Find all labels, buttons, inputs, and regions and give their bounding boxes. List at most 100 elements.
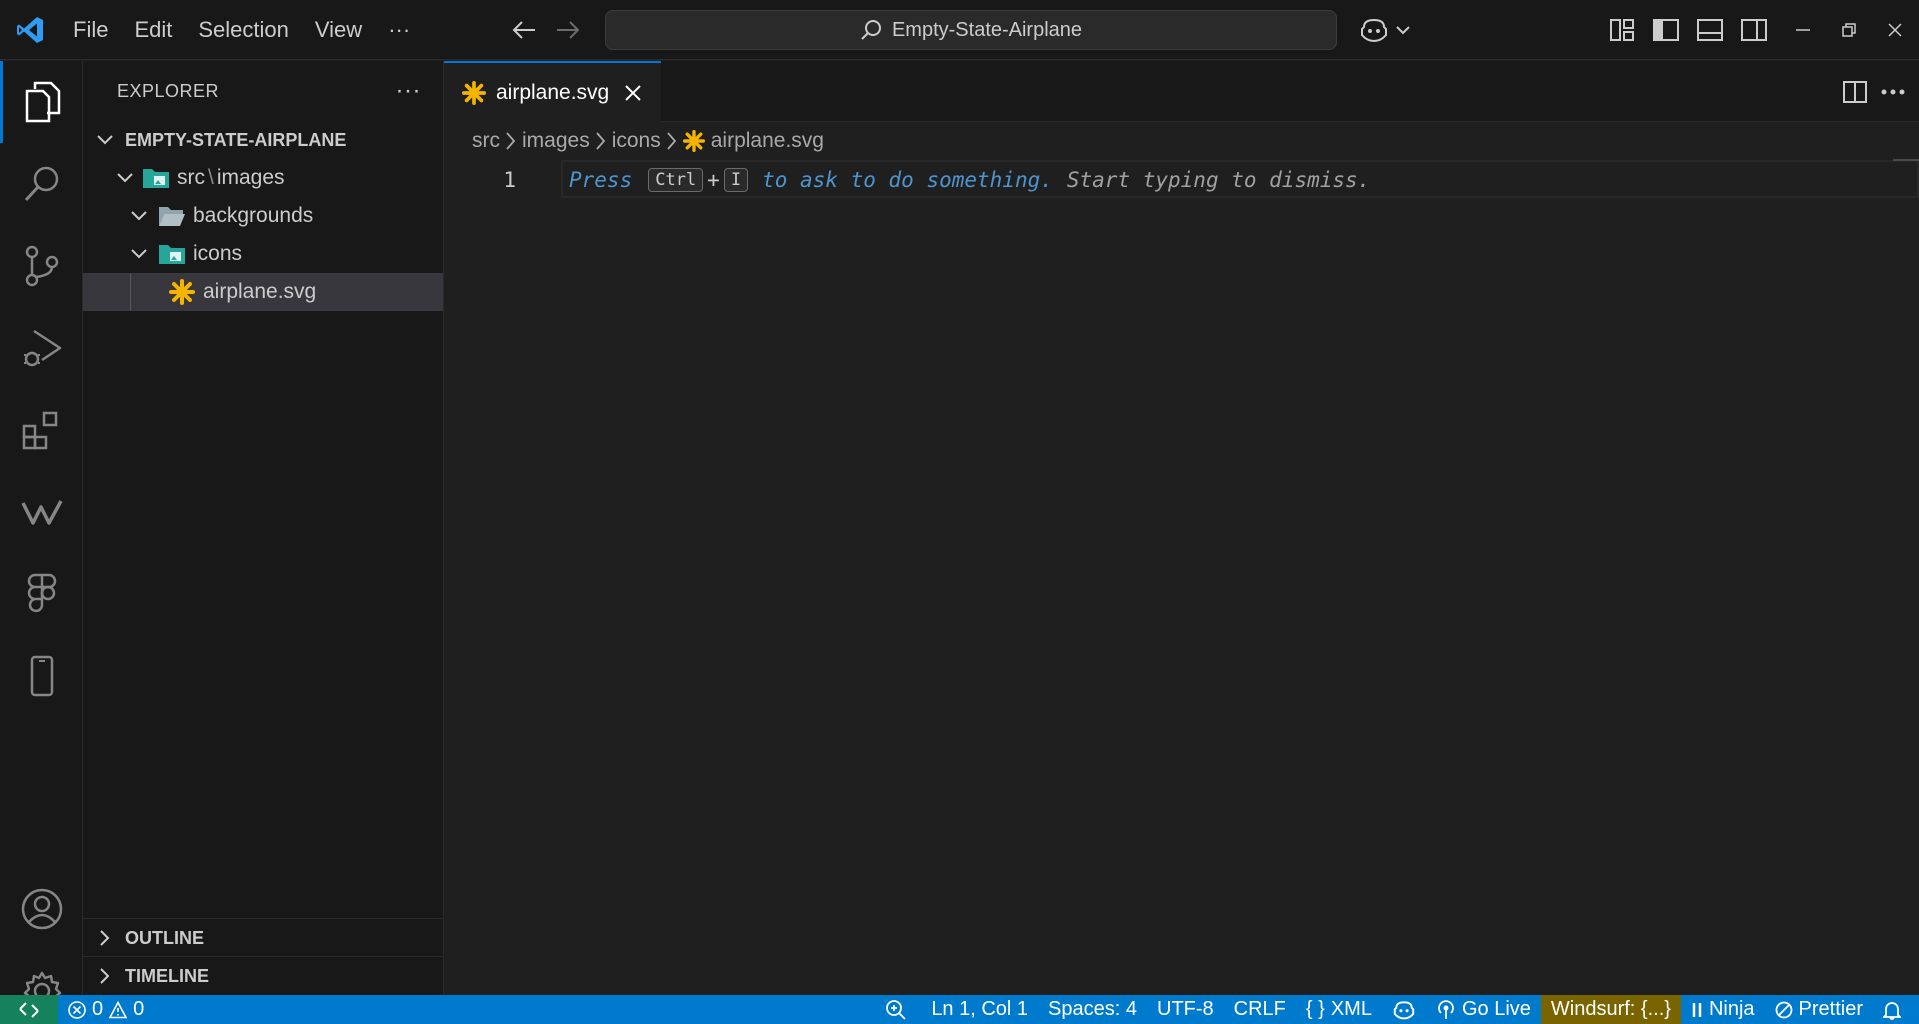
error-icon [68,1000,86,1019]
tree-item-airplane-svg[interactable]: airplane.svg [83,273,443,311]
code-area[interactable]: 1 Press Ctrl + I to ask to do something.… [444,160,1919,200]
tree-item-backgrounds[interactable]: backgrounds [83,197,443,235]
chevron-right-icon [93,926,117,950]
outline-section-header[interactable]: OUTLINE [83,919,443,957]
customize-layout-icon[interactable] [1600,0,1644,60]
zoom-icon[interactable] [871,995,921,1024]
menu-view[interactable]: View [302,0,375,60]
chevron-down-icon [127,242,151,266]
tab-label: airplane.svg [496,80,610,104]
chevron-down-icon [127,204,151,228]
indentation[interactable]: Spaces: 4 [1038,995,1147,1024]
tree-item-label: backgrounds [193,204,314,227]
figma-icon[interactable] [0,553,83,635]
language-mode[interactable]: { } XML [1296,995,1382,1024]
activity-bar [0,61,83,1011]
compact-folder-separator: \ [208,166,214,189]
source-control-icon[interactable] [0,225,83,307]
hint-dismiss: Start typing to dismiss. [1066,168,1371,192]
copilot-icon[interactable] [1352,0,1396,60]
tree-item-src-images[interactable]: src \ images [83,159,443,197]
kbd-i: I [723,168,749,192]
breadcrumb-item[interactable]: airplane.svg [711,129,824,153]
go-live-label: Go Live [1461,998,1531,1020]
copilot-status-icon[interactable] [1382,995,1426,1024]
close-icon[interactable] [619,79,647,107]
restore-icon[interactable] [1826,0,1872,60]
tree-item-label: airplane.svg [203,280,317,303]
windsurf-status[interactable]: Windsurf: {...} [1540,995,1681,1024]
notifications-bell-icon[interactable] [1873,995,1919,1024]
timeline-section-header[interactable]: TIMELINE [83,957,443,995]
more-actions-icon[interactable] [1881,89,1905,95]
broadcast-icon [1436,999,1456,1020]
cursor-position[interactable]: Ln 1, Col 1 [921,995,1038,1024]
chevron-right-icon [596,132,606,150]
chevron-down-icon[interactable] [1396,25,1416,35]
accounts-icon[interactable] [0,868,83,950]
chevron-right-icon [667,132,677,150]
kbd-ctrl: Ctrl [648,168,704,192]
extensions-icon[interactable] [0,389,83,471]
workspace-root-label: EMPTY-STATE-AIRPLANE [125,129,347,150]
menu-edit[interactable]: Edit [121,0,185,60]
minimize-icon[interactable] [1780,0,1826,60]
explorer-icon[interactable] [0,61,83,143]
device-icon[interactable] [0,635,83,717]
close-window-icon[interactable] [1872,0,1918,60]
problems-indicator[interactable]: 0 0 [58,995,154,1024]
end-of-line[interactable]: CRLF [1224,995,1296,1024]
workspace-root[interactable]: EMPTY-STATE-AIRPLANE [83,121,443,159]
breadcrumb-item[interactable]: images [522,129,590,153]
toggle-panel-icon[interactable] [1688,0,1732,60]
tab-airplane-svg[interactable]: airplane.svg [444,61,662,122]
chevron-down-icon [93,128,117,152]
error-count: 0 [92,998,104,1020]
breadcrumb-item[interactable]: icons [612,129,661,153]
chevron-right-icon [506,132,516,150]
chevron-right-icon [93,964,117,988]
menu-more[interactable]: ··· [375,0,423,60]
run-debug-icon[interactable] [0,307,83,389]
tree-item-label: src [177,166,205,189]
explorer-sidebar: EXPLORER ··· EMPTY-STATE-AIRPLANE src \ … [83,61,444,995]
search-text: Empty-State-Airplane [891,18,1083,41]
ninja-status[interactable]: Ninja [1681,995,1765,1024]
editor-tabs: airplane.svg [444,61,1919,122]
encoding[interactable]: UTF-8 [1147,995,1224,1024]
indent-guide [130,273,131,311]
empty-editor-hint: Press Ctrl + I to ask to do something. S… [569,160,1370,200]
menu-selection[interactable]: Selection [185,0,302,60]
copilot-menu[interactable] [1352,0,1416,60]
toggle-secondary-sidebar-icon[interactable] [1732,0,1776,60]
tree-item-label: images [216,166,285,189]
braces-icon: { } [1305,998,1325,1020]
go-live-button[interactable]: Go Live [1426,995,1541,1024]
windsurf-icon[interactable] [0,471,83,553]
folder-open-icon [157,201,187,231]
command-center-search[interactable]: Empty-State-Airplane [605,10,1337,50]
remote-indicator-icon[interactable] [0,995,58,1024]
search-sidebar-icon[interactable] [0,143,83,225]
svg-file-icon [682,130,705,152]
menu-bar: File Edit Selection View ··· [60,0,423,60]
menu-file[interactable]: File [60,0,121,60]
prettier-status[interactable]: Prettier [1765,995,1873,1024]
forward-arrow-icon[interactable] [548,10,588,50]
explorer-title: EXPLORER [117,80,220,101]
hint-ask-link[interactable]: to ask to do something. [762,168,1053,192]
tree-item-icons[interactable]: icons [83,235,443,273]
vscode-logo-icon [0,0,60,60]
icons-folder-icon [157,239,187,269]
kbd-plus: + [707,168,720,192]
hint-press: Press [569,168,633,192]
split-editor-icon[interactable] [1843,80,1867,103]
chevron-down-icon [113,166,137,190]
breadcrumb-item[interactable]: src [472,129,500,153]
back-arrow-icon[interactable] [504,10,544,50]
toggle-primary-sidebar-icon[interactable] [1644,0,1688,60]
timeline-label: TIMELINE [125,965,209,986]
language-label: XML [1330,998,1372,1020]
minimap-indicator [1893,159,1919,161]
explorer-more-actions[interactable]: ··· [396,77,421,105]
